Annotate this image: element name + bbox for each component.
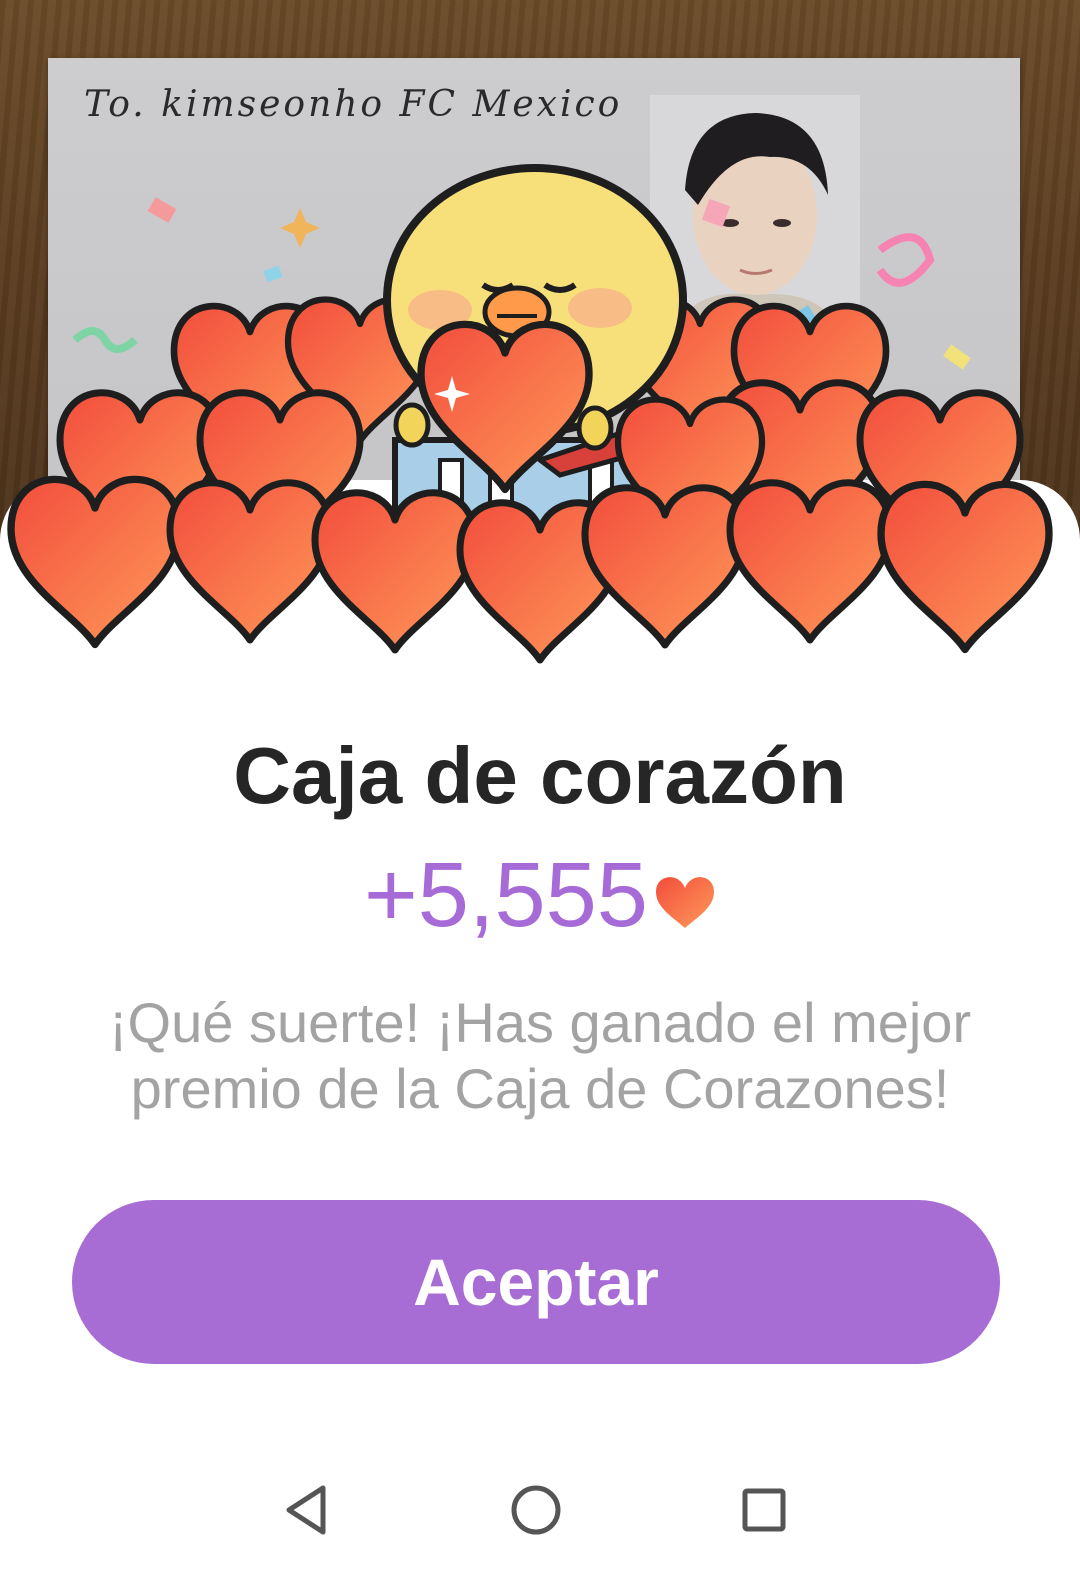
heart-icon [655,876,714,928]
reward-amount: +5,555 [364,844,648,946]
recents-square-icon [742,1488,786,1532]
system-navigation-bar [0,1440,1080,1580]
accept-button[interactable]: Aceptar [72,1200,1000,1364]
photo-handwriting: To. kimseonho FC Mexico [84,84,623,125]
recents-button[interactable] [724,1470,804,1550]
dialog-title: Caja de corazón [233,731,847,820]
reward-message: ¡Qué suerte! ¡Has ganado el mejor premio… [108,991,972,1120]
heart-box-illustration [0,164,1080,680]
back-triangle-icon [286,1485,326,1535]
home-circle-icon [511,1485,561,1535]
back-button[interactable] [266,1470,346,1550]
reward-amount-row: +5,555 [0,845,1080,945]
home-button[interactable] [496,1470,576,1550]
